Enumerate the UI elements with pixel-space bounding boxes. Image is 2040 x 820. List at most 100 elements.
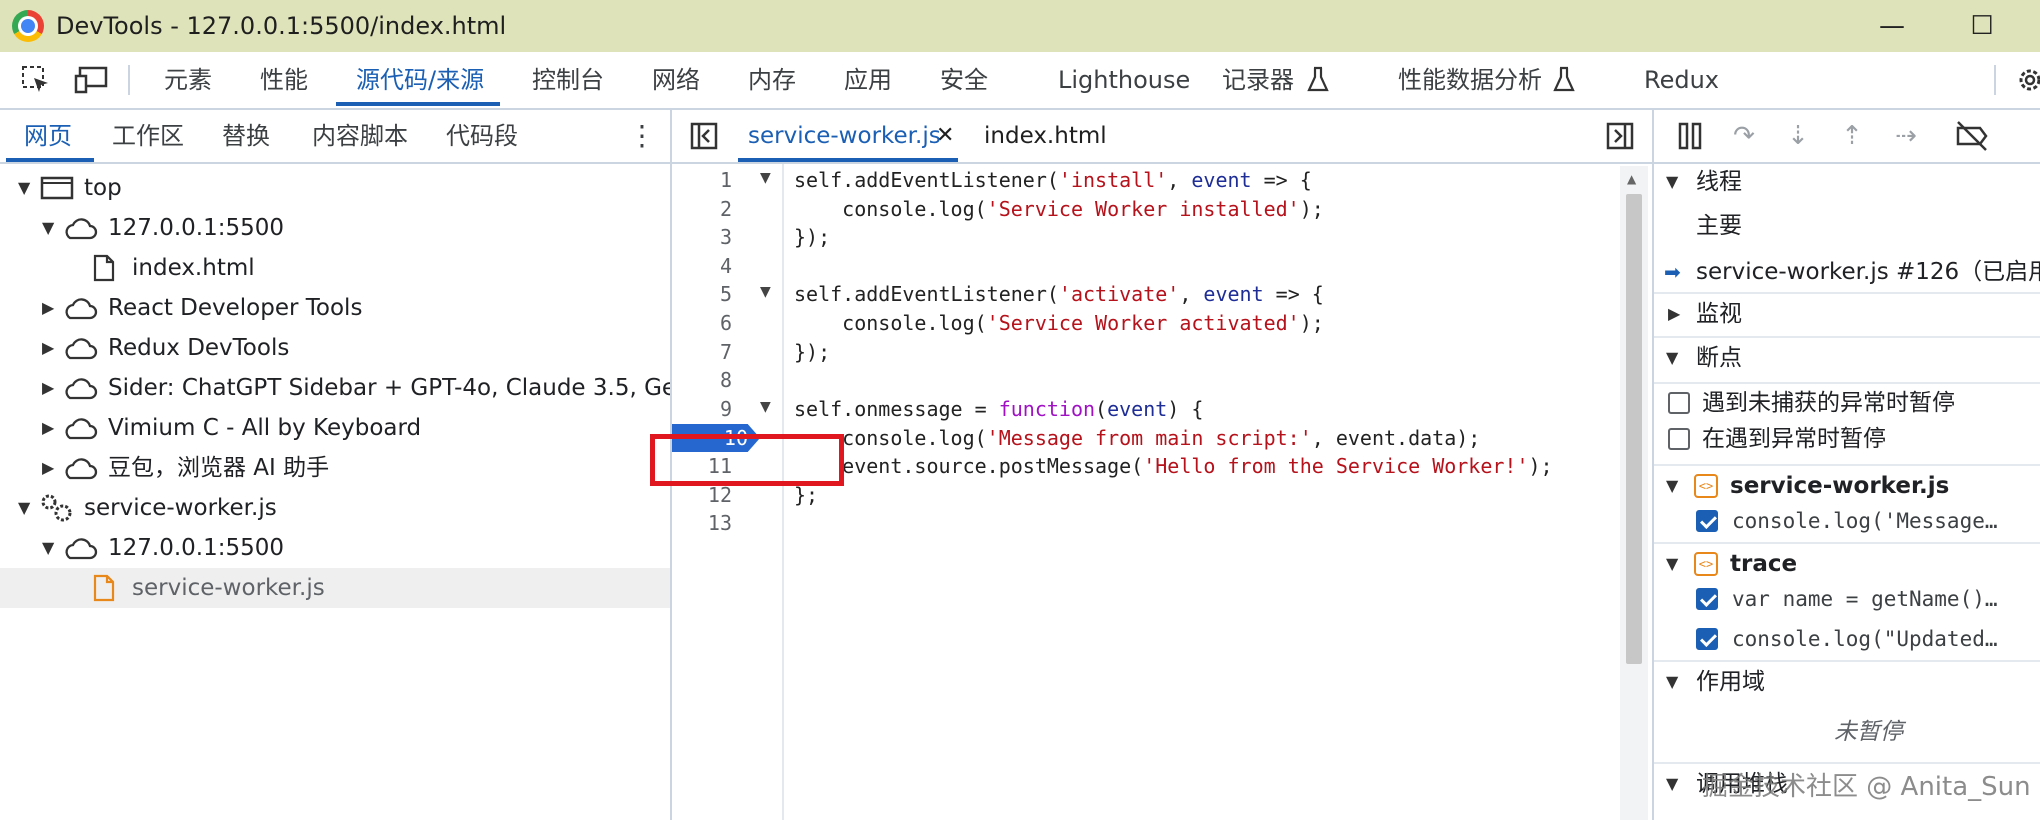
tab-performance[interactable]: 性能 [260, 52, 308, 108]
breakpoint-file-group[interactable]: ▼ <> trace [1654, 542, 2040, 584]
breakpoint-checkbox[interactable] [1696, 588, 1718, 610]
tab-memory[interactable]: 内存 [748, 52, 796, 108]
expanded-triangle-icon[interactable]: ▼ [42, 208, 54, 248]
breakpoints-section-header[interactable]: ▼ 断点 [1654, 336, 2040, 378]
tab-lighthouse[interactable]: Lighthouse [1058, 52, 1190, 108]
tab-content-scripts[interactable]: 内容脚本 [312, 110, 408, 162]
tab-security[interactable]: 安全 [940, 52, 988, 108]
expanded-triangle-icon[interactable]: ▼ [42, 528, 54, 568]
code-line[interactable]: self.addEventListener('activate', event … [794, 280, 1324, 308]
code-line[interactable]: console.log('Service Worker installed'); [794, 195, 1324, 223]
toggle-navigator-icon[interactable] [690, 122, 718, 150]
tab-elements[interactable]: 元素 [164, 52, 212, 108]
line-number[interactable]: 4 [672, 252, 732, 280]
pause-caught-checkbox[interactable] [1668, 428, 1690, 450]
tab-snippets[interactable]: 代码段 [446, 110, 518, 162]
threads-section-header[interactable]: ▼ 线程 [1654, 162, 2040, 202]
inspect-element-icon[interactable] [20, 64, 52, 96]
line-number[interactable]: 9 [672, 395, 732, 423]
line-number[interactable]: 2 [672, 195, 732, 223]
tree-item-extension[interactable]: ▶ Redux DevTools [0, 328, 670, 368]
tab-console[interactable]: 控制台 [532, 52, 604, 108]
toggle-debugger-icon[interactable] [1606, 122, 1634, 150]
step-over-icon[interactable]: ↷ [1726, 118, 1762, 154]
code-line[interactable]: self.addEventListener('install', event =… [794, 166, 1312, 194]
tab-performance-insights[interactable]: 性能数据分析 [1398, 52, 1542, 108]
line-number[interactable]: 13 [672, 509, 732, 537]
fold-triangle-icon[interactable]: ▼ [760, 284, 771, 300]
tab-workspace[interactable]: 工作区 [112, 110, 184, 162]
code-line[interactable]: }); [794, 338, 830, 366]
gear-icon[interactable] [2012, 64, 2040, 96]
pause-uncaught-option[interactable]: 遇到未捕获的异常时暂停 [1654, 382, 2040, 422]
code-line[interactable]: }); [794, 223, 830, 251]
tree-item-extension[interactable]: ▶ React Developer Tools [0, 288, 670, 328]
expanded-triangle-icon[interactable]: ▼ [1666, 544, 1678, 584]
collapsed-triangle-icon[interactable]: ▶ [42, 328, 54, 368]
editor-tab-service-worker[interactable]: service-worker.js [748, 110, 941, 162]
collapsed-triangle-icon[interactable]: ▶ [42, 288, 54, 328]
line-number[interactable]: 3 [672, 223, 732, 251]
code-line[interactable]: console.log('Message from main script:',… [794, 424, 1480, 452]
tree-item-origin[interactable]: ▼ 127.0.0.1:5500 [0, 208, 670, 248]
line-number[interactable]: 8 [672, 366, 732, 394]
fold-triangle-icon[interactable]: ▼ [760, 170, 771, 186]
tree-item-origin[interactable]: ▼ 127.0.0.1:5500 [0, 528, 670, 568]
breakpoint-checkbox[interactable] [1696, 628, 1718, 650]
close-tab-icon[interactable]: ✕ [936, 110, 954, 162]
code-line[interactable]: self.onmessage = function(event) { [794, 395, 1203, 423]
tree-item-service-worker[interactable]: ▼ service-worker.js [0, 488, 670, 528]
tree-item-extension[interactable]: ▶ 豆包，浏览器 AI 助手 [0, 448, 670, 488]
expanded-triangle-icon[interactable]: ▼ [1666, 764, 1678, 804]
breakpoint-item[interactable]: var name = getName()… [1654, 580, 2040, 618]
expanded-triangle-icon[interactable]: ▼ [1666, 338, 1678, 378]
tree-item-extension[interactable]: ▶ Vimium C - All by Keyboard [0, 408, 670, 448]
tree-item-file[interactable]: index.html [0, 248, 670, 288]
tab-sources[interactable]: 源代码/来源 [356, 52, 484, 108]
code-line[interactable]: console.log('Service Worker activated'); [794, 309, 1324, 337]
step-icon[interactable]: ⇢ [1888, 118, 1924, 154]
editor-tab-index[interactable]: index.html [984, 110, 1107, 162]
step-into-icon[interactable]: ⇣ [1780, 118, 1816, 154]
pause-icon[interactable] [1672, 118, 1708, 154]
tree-item-top[interactable]: ▼ top [0, 168, 670, 208]
tab-page[interactable]: 网页 [24, 110, 72, 162]
expanded-triangle-icon[interactable]: ▼ [18, 488, 30, 528]
collapsed-triangle-icon[interactable]: ▶ [42, 448, 54, 488]
expanded-triangle-icon[interactable]: ▼ [1666, 162, 1678, 202]
tab-network[interactable]: 网络 [652, 52, 700, 108]
tab-application[interactable]: 应用 [844, 52, 892, 108]
pause-uncaught-checkbox[interactable] [1668, 392, 1690, 414]
fold-triangle-icon[interactable]: ▼ [760, 399, 771, 415]
code-line[interactable]: event.source.postMessage('Hello from the… [794, 452, 1552, 480]
minimize-button[interactable]: — [1870, 8, 1914, 44]
expanded-triangle-icon[interactable]: ▼ [18, 168, 30, 208]
tab-recorder[interactable]: 记录器 [1222, 52, 1294, 108]
scope-section-header[interactable]: ▼ 作用域 [1654, 660, 2040, 702]
breakpoint-checkbox[interactable] [1696, 510, 1718, 532]
breakpoint-file-group[interactable]: ▼ <> service-worker.js [1654, 464, 2040, 506]
line-number[interactable]: 5 [672, 280, 732, 308]
collapsed-triangle-icon[interactable]: ▶ [42, 368, 54, 408]
editor-scrollbar[interactable]: ▲ [1620, 166, 1648, 820]
line-number[interactable]: 7 [672, 338, 732, 366]
thread-item-main[interactable]: 主要 [1654, 206, 2040, 246]
scrollbar-thumb[interactable] [1626, 194, 1642, 664]
expanded-triangle-icon[interactable]: ▼ [1666, 466, 1678, 506]
more-options-icon[interactable]: ⋮ [628, 110, 656, 162]
collapsed-triangle-icon[interactable]: ▶ [1668, 294, 1680, 334]
thread-item-service-worker[interactable]: ➡ service-worker.js #126（已启用） [1654, 252, 2040, 292]
watch-section-header[interactable]: ▶ 监视 [1654, 292, 2040, 334]
scroll-up-icon[interactable]: ▲ [1627, 172, 1636, 186]
tree-item-file-selected[interactable]: service-worker.js [0, 568, 670, 608]
line-number[interactable]: 6 [672, 309, 732, 337]
breakpoint-item[interactable]: console.log('Message… [1654, 502, 2040, 540]
deactivate-breakpoints-icon[interactable] [1954, 120, 1990, 152]
step-out-icon[interactable]: ⇡ [1834, 118, 1870, 154]
expanded-triangle-icon[interactable]: ▼ [1666, 662, 1678, 702]
tree-item-extension[interactable]: ▶ Sider: ChatGPT Sidebar + GPT-4o, Claud… [0, 368, 670, 408]
maximize-button[interactable]: ☐ [1960, 8, 2004, 44]
breakpoint-item[interactable]: console.log("Updated… [1654, 620, 2040, 658]
collapsed-triangle-icon[interactable]: ▶ [42, 408, 54, 448]
device-toolbar-icon[interactable] [74, 64, 110, 96]
